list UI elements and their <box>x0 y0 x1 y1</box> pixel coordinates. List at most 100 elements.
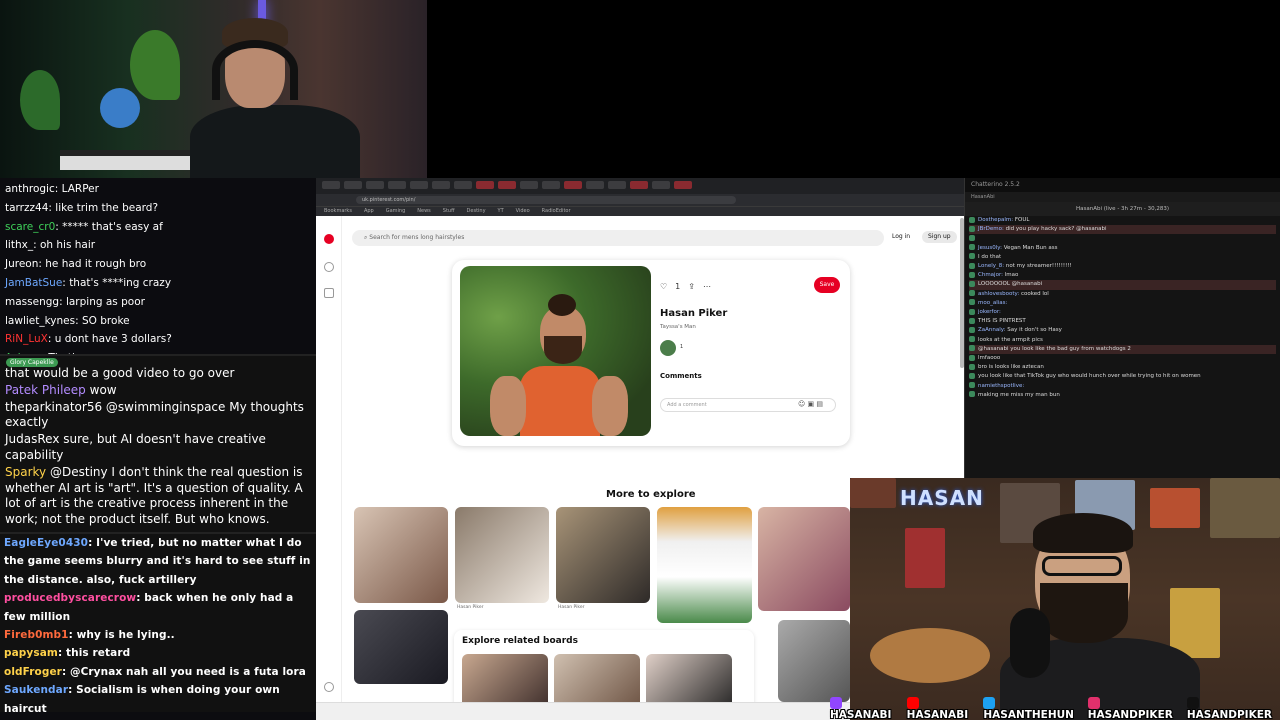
bookmark-item[interactable]: YT <box>498 208 504 215</box>
chat-text: that's ****ing crazy <box>69 276 172 289</box>
explore-thumbnail[interactable] <box>657 507 752 623</box>
browser-tab[interactable] <box>608 181 626 189</box>
social-handle[interactable]: HASANABI <box>830 697 901 720</box>
social-handle[interactable]: HASANDPIKER <box>1087 697 1181 720</box>
explore-thumbnail[interactable] <box>354 610 448 684</box>
browser-tab[interactable] <box>454 181 472 189</box>
chat-username[interactable]: Jureon <box>5 258 38 270</box>
chatterino-username[interactable]: namiethspotlive: <box>978 383 1024 389</box>
browser-tab[interactable] <box>630 181 648 189</box>
pin-board-name[interactable]: Tayssa's Man <box>660 324 696 330</box>
chat-username[interactable]: oldFroger <box>4 666 62 678</box>
explore-thumbnail[interactable] <box>354 507 448 603</box>
chat-username[interactable]: Saukendar <box>4 684 68 696</box>
browser-tab[interactable] <box>344 181 362 189</box>
browser-tab[interactable] <box>520 181 538 189</box>
pinterest-search-input[interactable]: ⌕ Search for mens long hairstyles <box>352 230 884 246</box>
chat-username[interactable]: JamBatSue <box>5 277 62 289</box>
social-handle[interactable]: HASANTHEHUN <box>983 697 1081 720</box>
bookmark-item[interactable]: App <box>364 208 374 215</box>
chat-username[interactable]: lithx_ <box>5 239 33 251</box>
chat-username[interactable]: Fireb0mb1 <box>4 629 69 641</box>
plant-decor <box>130 30 180 100</box>
browser-tab[interactable] <box>322 181 340 189</box>
chat-message: Sparky @Destiny I don't think the real q… <box>5 465 311 528</box>
badge-icon <box>969 234 975 241</box>
thumbnail-caption: Hasan Piker <box>457 605 484 610</box>
browser-tab[interactable] <box>388 181 406 189</box>
chat-text: this retard <box>66 647 131 660</box>
shop-icon[interactable] <box>324 288 334 298</box>
bookmark-item[interactable]: Stuff <box>443 208 455 215</box>
pinterest-sidebar <box>316 216 342 720</box>
chatterino-username[interactable]: JBrDemo: <box>978 226 1006 232</box>
settings-icon[interactable] <box>324 682 334 692</box>
pinterest-logo-icon[interactable] <box>324 234 334 244</box>
chat-username[interactable]: scare_cr0 <box>5 221 55 233</box>
dog <box>870 628 990 683</box>
browser-tab[interactable] <box>476 181 494 189</box>
chatterino-username[interactable]: jokerfor: <box>978 309 1001 315</box>
explore-thumbnail[interactable] <box>455 507 549 603</box>
explore-thumbnail[interactable] <box>758 507 850 611</box>
browser-tab[interactable] <box>366 181 384 189</box>
plant-decor <box>20 70 60 130</box>
social-handle-text: HASANABI <box>906 709 969 720</box>
browser-tab[interactable] <box>410 181 428 189</box>
browser-tab[interactable] <box>674 181 692 189</box>
browser-tab[interactable] <box>652 181 670 189</box>
chat-username[interactable]: producedbyscarecrow <box>4 592 136 604</box>
chatterino-username[interactable]: Dosthepalm: <box>978 217 1015 223</box>
save-button[interactable]: Save <box>814 277 840 293</box>
heart-icon[interactable]: ♡ <box>660 282 667 291</box>
browser-tab[interactable] <box>586 181 604 189</box>
url-field[interactable]: uk.pinterest.com/pin/ <box>356 196 736 204</box>
avatar[interactable] <box>660 340 676 356</box>
emoji-icon[interactable]: ☺ ▣ ▤ <box>798 400 823 408</box>
chat-username[interactable]: Patek Phileep <box>5 383 86 397</box>
bookmark-item[interactable]: RadioEditor <box>542 208 571 215</box>
login-button[interactable]: Log in <box>892 233 910 240</box>
chat-username[interactable]: papysam <box>4 647 58 659</box>
chatterino-username[interactable]: Jesus0ly: <box>978 245 1004 251</box>
chat-username[interactable]: tarrzz44 <box>5 202 48 214</box>
chatterino-username[interactable]: Lonely_8: <box>978 263 1006 269</box>
chat-username[interactable]: RiN_LuX <box>5 333 48 345</box>
chat-username[interactable]: massengg <box>5 296 59 308</box>
more-icon[interactable]: ⋯ <box>703 282 711 291</box>
chatterino-username[interactable]: Chmajor: <box>978 272 1005 278</box>
chat-username[interactable]: EagleEye0430 <box>4 537 88 549</box>
chat-username[interactable]: lawliet_kynes <box>5 315 75 327</box>
chatterino-username[interactable]: ZaAnnaly: <box>978 327 1007 333</box>
bookmark-item[interactable]: News <box>417 208 431 215</box>
chat-text: larping as poor <box>65 295 145 308</box>
chatterino-username[interactable]: moo_alias: <box>978 300 1007 306</box>
bookmark-item[interactable]: Gaming <box>386 208 406 215</box>
bookmark-item[interactable]: Video <box>516 208 530 215</box>
social-handle[interactable]: HASANDPIKER <box>1186 697 1280 720</box>
chat-username[interactable]: theparkinator56 <box>5 400 102 414</box>
bookmark-item[interactable]: Bookmarks <box>324 208 352 215</box>
chat-username[interactable]: anthrogic <box>5 183 55 195</box>
explore-thumbnail[interactable] <box>556 507 650 603</box>
browser-tab[interactable] <box>564 181 582 189</box>
chatterino-username[interactable]: ashlovesbooty: <box>978 291 1021 297</box>
browser-tab[interactable] <box>542 181 560 189</box>
guest-beard <box>1040 583 1128 643</box>
chat-message: tarrzz44: like trim the beard? <box>5 201 159 214</box>
badge-icon <box>969 317 975 324</box>
signup-button[interactable]: Sign up <box>922 231 957 243</box>
social-handle-text: HASANTHEHUN <box>983 709 1074 720</box>
explore-thumbnail[interactable] <box>778 620 850 702</box>
chat-username[interactable]: Sparky <box>5 465 46 479</box>
chat-username[interactable]: JudasRex <box>5 432 59 446</box>
chat-text: oh his hair <box>39 239 96 252</box>
chatterino-tab[interactable]: HasanAbi <box>965 192 1280 202</box>
explore-icon[interactable] <box>324 262 334 272</box>
bookmark-item[interactable]: Destiny <box>467 208 486 215</box>
pin-image[interactable] <box>460 266 651 436</box>
browser-tab[interactable] <box>498 181 516 189</box>
browser-tab[interactable] <box>432 181 450 189</box>
share-icon[interactable]: ⇪ <box>688 282 695 291</box>
social-handle[interactable]: HASANABI <box>906 697 978 720</box>
